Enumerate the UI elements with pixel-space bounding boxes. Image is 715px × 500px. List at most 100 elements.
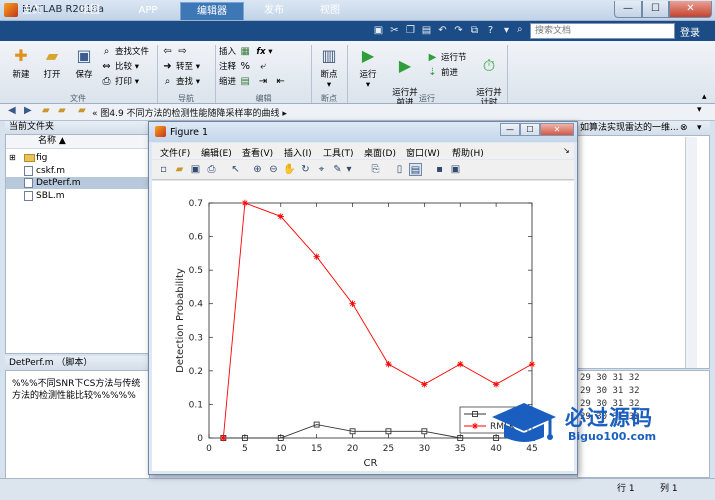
file-group-label: 文件 <box>70 94 86 103</box>
figure-minimize-button[interactable]: — <box>500 123 520 136</box>
vertical-scrollbar[interactable] <box>685 137 697 368</box>
run-button[interactable]: ▶ 运行 ▾ <box>352 46 384 90</box>
tab-home[interactable]: 主页 <box>4 2 60 20</box>
save-quick-icon[interactable]: ▣ <box>372 24 385 37</box>
panel-menu-icon[interactable]: ▾ <box>697 123 702 133</box>
save-button[interactable]: ▣ 保存 <box>70 46 98 80</box>
save-figure-icon[interactable]: ▣ <box>189 163 202 176</box>
tab-publish[interactable]: 发布 <box>246 2 302 20</box>
paste-quick-icon[interactable]: ▤ <box>420 24 433 37</box>
x-tick-label: 25 <box>383 444 394 454</box>
figure-close-button[interactable]: ✕ <box>540 123 574 136</box>
colorbar-icon[interactable]: ▯ <box>393 163 406 176</box>
current-folder-title: 当前文件夹 <box>5 121 150 135</box>
redo-quick-icon[interactable]: ↷ <box>452 24 465 37</box>
run-group-label: 运行 <box>419 94 435 103</box>
run-section-button[interactable]: ▶ 运行节 <box>426 50 472 65</box>
menu-window[interactable]: 窗口(W) <box>406 146 440 159</box>
copy-quick-icon[interactable]: ❐ <box>404 24 417 37</box>
menu-insert[interactable]: 插入(I) <box>284 146 312 159</box>
cut-quick-icon[interactable]: ✂ <box>388 24 401 37</box>
back-forward-button[interactable]: ⇦ ⇨ <box>161 44 217 59</box>
figure-maximize-button[interactable]: ☐ <box>520 123 540 136</box>
help-icon[interactable]: ? <box>484 24 497 37</box>
rotate-3d-icon[interactable]: ↻ <box>299 163 312 176</box>
find-button[interactable]: ⌕ 查找 ▾ <box>161 74 217 89</box>
open-button[interactable]: ▰ 打开 <box>38 46 66 80</box>
y-axis-label: Detection Probability <box>175 268 186 373</box>
open-file-icon[interactable]: ▰ <box>173 163 186 176</box>
menu-view[interactable]: 查看(V) <box>242 146 273 159</box>
new-button[interactable]: ✚ 新建 <box>8 46 34 80</box>
zoom-out-icon[interactable]: ⊖ <box>267 163 280 176</box>
menu-desktop[interactable]: 桌面(D) <box>364 146 396 159</box>
find-files-button[interactable]: ⌕ 查找文件 <box>100 44 156 59</box>
menu-edit[interactable]: 编辑(E) <box>201 146 232 159</box>
search-icon: ⌕ <box>517 24 523 35</box>
plot-area <box>208 202 533 439</box>
up-folder-icon[interactable]: ▰ <box>42 105 50 116</box>
login-link[interactable]: 登录 <box>680 24 700 39</box>
menu-tools[interactable]: 工具(T) <box>323 146 354 159</box>
brush-dropdown-icon[interactable]: ▾ <box>345 163 353 176</box>
forward-nav-icon[interactable]: ▶ <box>24 105 32 116</box>
print-button[interactable]: ⎙ 打印 ▾ <box>100 74 156 89</box>
list-item[interactable]: ⊞ fig <box>6 152 149 164</box>
maximize-button[interactable]: ☐ <box>642 1 669 18</box>
data-point <box>241 199 249 207</box>
minimize-button[interactable]: — <box>614 1 642 18</box>
breakpoints-button[interactable]: ▥ 断点 ▾ <box>314 46 344 90</box>
insert-button[interactable]: 插入 ▦ fx ▾ <box>219 44 309 59</box>
brush-icon[interactable]: ✎ <box>331 163 344 176</box>
print-figure-icon[interactable]: ⎙ <box>205 163 218 176</box>
tab-editor[interactable]: 编辑器 <box>180 2 244 20</box>
zoom-in-icon[interactable]: ⊕ <box>251 163 264 176</box>
compare-button[interactable]: ⇔ 比较 ▾ <box>100 59 156 74</box>
edit-plot-arrow-icon[interactable]: ↖ <box>229 163 242 176</box>
hide-tools-icon[interactable]: ▪ <box>433 163 446 176</box>
list-item[interactable]: cskf.m <box>6 165 149 177</box>
indent-button[interactable]: 缩进 ▤ ⇥ ⇤ <box>219 74 309 89</box>
folder-icon: ▰ <box>78 105 86 116</box>
editor-tab-title[interactable]: 如算法实现雷达的一维... <box>577 121 710 136</box>
save-disk-icon: ▣ <box>76 46 92 65</box>
x-tick-label: 35 <box>454 444 465 454</box>
close-button[interactable]: ✕ <box>669 1 712 18</box>
browse-folder-icon[interactable]: ▰ <box>58 105 66 116</box>
tab-apps[interactable]: APP <box>120 2 176 20</box>
tab-plots[interactable]: 绘图 <box>62 2 118 20</box>
fx-button[interactable]: fx <box>256 47 265 57</box>
x-tick-label: 15 <box>311 444 322 454</box>
comment-button[interactable]: 注释 % ⤶ <box>219 59 309 74</box>
show-tools-icon[interactable]: ▣ <box>449 163 462 176</box>
expand-icon[interactable]: ⊞ <box>9 152 16 164</box>
pan-hand-icon[interactable]: ✋ <box>283 163 296 176</box>
menu-dock-icon[interactable]: ↘ <box>563 146 570 155</box>
goto-button[interactable]: ➜ 转至 ▾ <box>161 59 217 74</box>
menu-file[interactable]: 文件(F) <box>160 146 190 159</box>
new-figure-icon[interactable]: ▫ <box>157 163 170 176</box>
close-tab-icon[interactable]: ⊗ <box>680 123 688 133</box>
data-cursor-icon[interactable]: ⌖ <box>315 163 328 176</box>
address-path[interactable]: « 图4.9 不同方法的检测性能随降采样率的曲线 ▸ <box>92 106 287 119</box>
m-file-icon <box>24 191 33 201</box>
y-tick-label: 0.2 <box>189 367 203 377</box>
back-nav-icon[interactable]: ◀ <box>8 105 16 116</box>
tab-view[interactable]: 视图 <box>302 2 358 20</box>
search-input[interactable]: 搜索文档 <box>530 23 675 39</box>
undo-quick-icon[interactable]: ↶ <box>436 24 449 37</box>
switch-windows-icon[interactable]: ⧉ <box>468 24 481 37</box>
list-item[interactable]: SBL.m <box>6 190 149 202</box>
menu-help[interactable]: 帮助(H) <box>452 146 484 159</box>
address-dropdown-icon[interactable]: ▾ <box>697 105 702 115</box>
dropdown-icon[interactable]: ▾ <box>500 24 513 37</box>
legend-icon[interactable]: ▤ <box>409 163 422 176</box>
link-plot-icon[interactable]: ⎘ <box>369 163 382 176</box>
run-section-icon: ▶ <box>428 52 437 63</box>
name-column-header[interactable]: 名称 ▲ <box>6 135 149 149</box>
list-item[interactable]: DetPerf.m <box>6 177 149 189</box>
collapse-ribbon-icon[interactable]: ▴ <box>702 92 707 102</box>
back-arrow-icon: ⇦ <box>163 46 172 57</box>
advance-button[interactable]: ⇣ 前进 <box>426 65 472 80</box>
run-play-icon: ▶ <box>361 46 375 65</box>
